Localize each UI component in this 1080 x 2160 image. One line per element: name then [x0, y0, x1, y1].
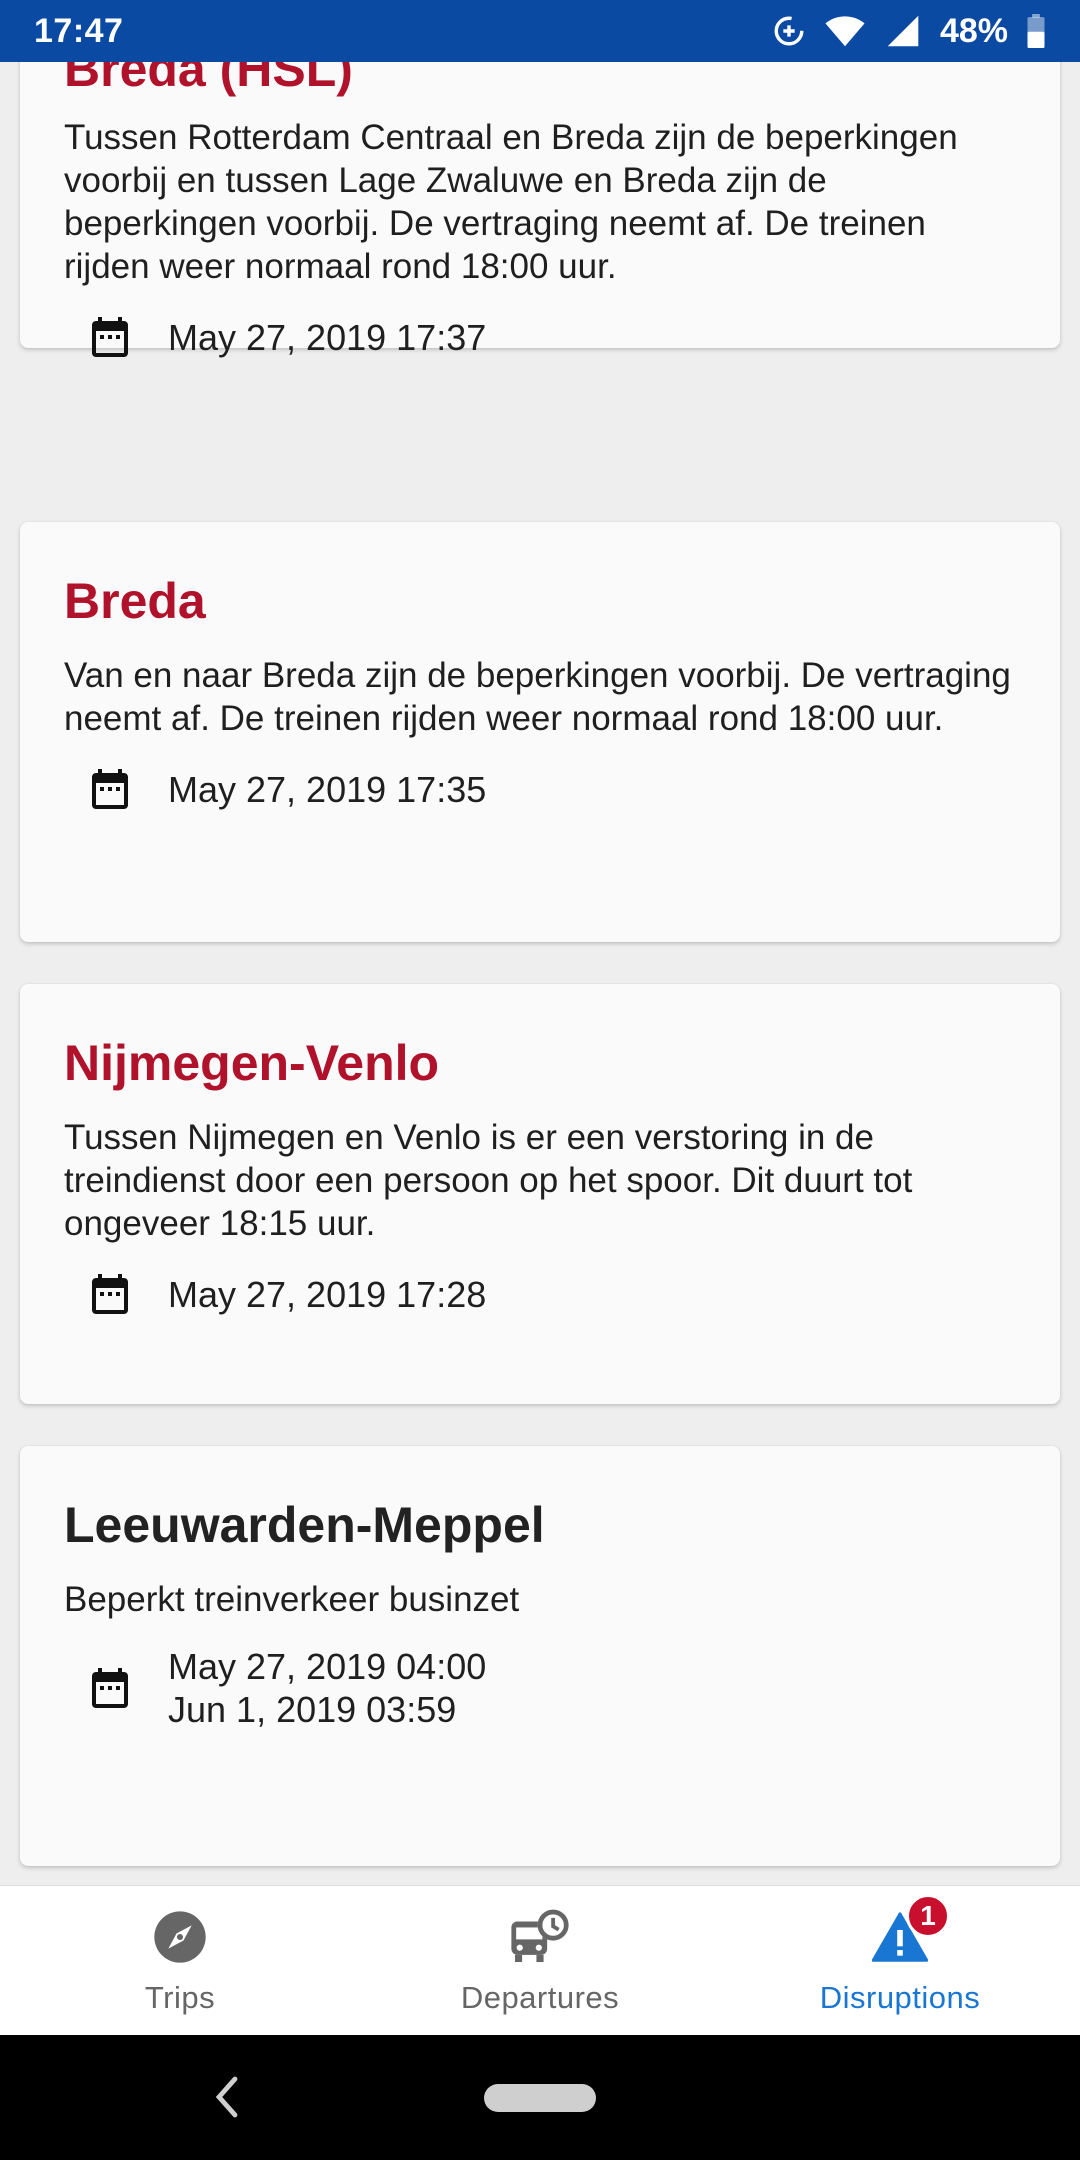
calendar-icon	[92, 317, 128, 357]
calendar-icon	[92, 769, 128, 809]
wifi-icon	[825, 16, 865, 47]
notification-badge: 1	[906, 1893, 950, 1938]
disruption-start-date: May 27, 2019 04:00	[168, 1646, 487, 1687]
battery-icon	[1027, 14, 1045, 48]
nav-icon-container	[152, 1906, 208, 1968]
disruption-end-date: Jun 1, 2019 03:59	[168, 1689, 457, 1730]
disruption-description: Tussen Rotterdam Centraal en Breda zijn …	[64, 118, 958, 286]
disruption-date-row: May 27, 2019 17:37	[86, 312, 1016, 362]
disruption-dates: May 27, 2019 17:35	[168, 768, 486, 811]
disruption-title: Breda	[64, 573, 206, 629]
nav-label-departures: Departures	[460, 1979, 620, 2015]
disruption-card[interactable]: Breda Van en naar Breda zijn de beperkin…	[20, 522, 1060, 942]
bottom-navigation: Trips Departures 1 Disruptions	[0, 1885, 1080, 2035]
bus-clock-icon	[511, 1909, 569, 1962]
back-icon[interactable]	[215, 2075, 239, 2119]
disruptions-list[interactable]: Dordrecht-Breda, Rotterdam-Breda (HSL) T…	[0, 0, 1080, 1885]
disruption-dates: May 27, 2019 04:00 Jun 1, 2019 03:59	[168, 1645, 486, 1731]
compass-icon	[154, 1910, 206, 1963]
calendar-icon	[92, 1668, 128, 1708]
status-time: 17:47	[34, 11, 124, 50]
disruption-date-row: May 27, 2019 17:28	[86, 1269, 1016, 1319]
status-bar: 17:47 48%	[0, 0, 1080, 62]
cell-signal-icon	[887, 15, 919, 47]
nav-icon-container: 1	[872, 1893, 950, 1968]
disruption-description: Van en naar Breda zijn de beperkingen vo…	[64, 656, 1011, 738]
disruption-description: Beperkt treinverkeer businzet	[64, 1580, 520, 1619]
disruption-date-row: May 27, 2019 04:00 Jun 1, 2019 03:59	[86, 1645, 1016, 1731]
disruption-dates: May 27, 2019 17:28	[168, 1273, 486, 1316]
nav-icon-container	[509, 1906, 571, 1968]
disruption-date: May 27, 2019 17:28	[168, 1273, 487, 1315]
battery-percentage: 48%	[939, 11, 1008, 50]
nav-label-disruptions: Disruptions	[819, 1979, 981, 2015]
calendar-icon	[92, 1274, 128, 1314]
disruption-date: May 27, 2019 17:35	[168, 768, 487, 810]
disruption-card[interactable]: Nijmegen-Venlo Tussen Nijmegen en Venlo …	[20, 984, 1060, 1404]
disruption-date: May 27, 2019 17:37	[168, 316, 487, 358]
disruption-card[interactable]: Leeuwarden-Meppel Beperkt treinverkeer b…	[20, 1446, 1060, 1866]
disruption-dates: May 27, 2019 17:37	[168, 316, 486, 359]
system-navigation-bar	[0, 2035, 1080, 2160]
disruption-title: Nijmegen-Venlo	[64, 1035, 440, 1091]
nav-tab-trips[interactable]: Trips	[0, 1886, 360, 2035]
disruption-description: Tussen Nijmegen en Venlo is er een verst…	[64, 1118, 913, 1243]
status-icons: 48%	[772, 12, 1046, 51]
nav-tab-departures[interactable]: Departures	[360, 1886, 720, 2035]
nav-tab-disruptions[interactable]: 1 Disruptions	[720, 1886, 1080, 2035]
disruption-title: Leeuwarden-Meppel	[64, 1497, 545, 1553]
disruption-date-row: May 27, 2019 17:35	[86, 764, 1016, 814]
home-pill-icon[interactable]	[484, 2083, 596, 2112]
nav-label-trips: Trips	[144, 1979, 216, 2015]
data-saver-icon	[774, 16, 804, 46]
